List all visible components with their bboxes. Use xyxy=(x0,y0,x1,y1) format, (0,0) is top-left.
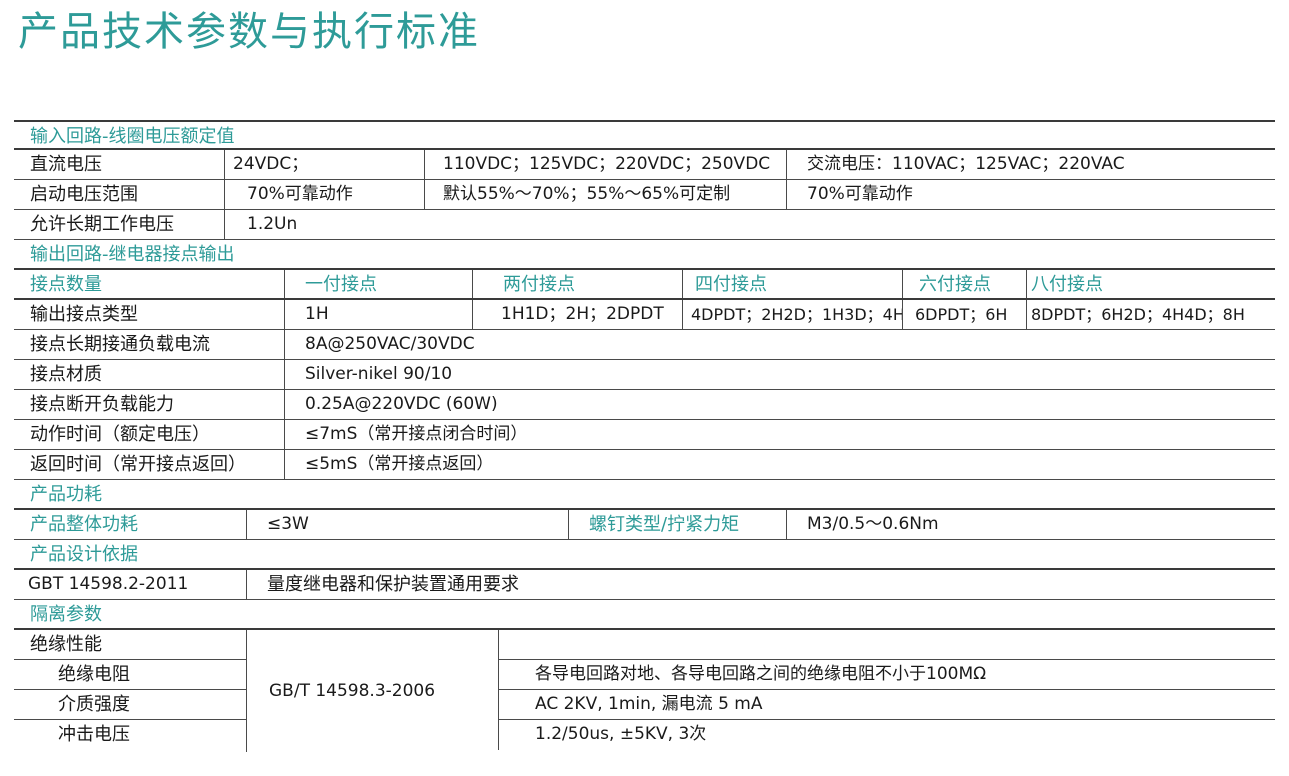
cell: 螺钉类型/拧紧力矩 xyxy=(568,510,786,539)
cell: 70%可靠动作 xyxy=(224,180,424,209)
cell: M3/0.5～0.6Nm xyxy=(786,510,1275,539)
page-title: 产品技术参数与执行标准 xyxy=(18,9,480,55)
section-power: 产品功耗 xyxy=(14,480,1275,510)
section-isolation: 隔离参数 xyxy=(14,600,1275,630)
table-row: 启动电压范围 70%可靠动作 默认55%～70%；55%～65%可定制 70%可… xyxy=(14,180,1275,210)
cell: ≤3W xyxy=(246,510,568,539)
row-label: 直流电压 xyxy=(30,154,102,175)
row-label: 接点长期接通负载电流 xyxy=(30,334,210,355)
table-row: AC 2KV, 1min, 漏电流 5 mA xyxy=(498,690,1275,720)
table-row: 返回时间（常开接点返回） ≤5mS（常开接点返回） xyxy=(14,450,1275,480)
cell: 1.2Un xyxy=(224,210,1275,239)
table-row: 各导电回路对地、各导电回路之间的绝缘电阻不小于100MΩ xyxy=(498,660,1275,690)
section-input: 输入回路-线圈电压额定值 xyxy=(14,120,1275,150)
section-design: 产品设计依据 xyxy=(14,540,1275,570)
cell: 4DPDT；2H2D；1H3D；4H xyxy=(682,300,902,329)
row-label: 冲击电压 xyxy=(58,724,130,745)
row-label: 动作时间（额定电压） xyxy=(30,424,210,445)
column-header: 四付接点 xyxy=(682,270,902,298)
column-header: 八付接点 xyxy=(1026,270,1275,298)
cell: Silver-nikel 90/10 xyxy=(284,360,1275,389)
table-row: 绝缘性能 xyxy=(14,630,246,660)
cell: 8A@250VAC/30VDC xyxy=(284,330,1275,359)
cell: 24VDC； xyxy=(224,150,424,179)
row-label: 接点断开负载能力 xyxy=(30,394,174,415)
cell: 默认55%～70%；55%～65%可定制 xyxy=(424,180,786,209)
isolation-block: 绝缘性能 绝缘电阻 介质强度 冲击电压 GB/T 14598.3-2006 各导… xyxy=(14,630,1275,752)
table-row: 绝缘电阻 xyxy=(14,660,246,690)
cell: AC 2KV, 1min, 漏电流 5 mA xyxy=(498,690,1275,719)
table-row: 1.2/50us, ±5KV, 3次 xyxy=(498,720,1275,750)
row-label: 返回时间（常开接点返回） xyxy=(30,454,246,475)
cell: 量度继电器和保护装置通用要求 xyxy=(246,570,1275,599)
row-label: 介质强度 xyxy=(58,694,130,715)
cell: 8DPDT；6H2D；4H4D；8H xyxy=(1026,300,1275,329)
row-label: 输出接点类型 xyxy=(30,304,138,325)
isolation-standard: GB/T 14598.3-2006 xyxy=(246,630,498,752)
cell: 70%可靠动作 xyxy=(786,180,1275,209)
cell xyxy=(498,630,1275,659)
column-header: 六付接点 xyxy=(902,270,1026,298)
cell: 1H1D；2H；2DPDT xyxy=(472,300,682,329)
cell: ≤7mS（常开接点闭合时间） xyxy=(284,420,1275,449)
table-row: 产品整体功耗 ≤3W 螺钉类型/拧紧力矩 M3/0.5～0.6Nm xyxy=(14,510,1275,540)
cell: 0.25A@220VDC (60W) xyxy=(284,390,1275,419)
row-label: GBT 14598.2-2011 xyxy=(28,574,189,594)
table-row: 冲击电压 xyxy=(14,720,246,750)
row-label: 启动电压范围 xyxy=(30,184,138,205)
column-header: 两付接点 xyxy=(472,270,682,298)
cell: 6DPDT；6H xyxy=(902,300,1026,329)
cell: 110VDC；125VDC；220VDC；250VDC xyxy=(424,150,786,179)
table-row: 允许长期工作电压 1.2Un xyxy=(14,210,1275,240)
table-row: 输出接点类型 1H 1H1D；2H；2DPDT 4DPDT；2H2D；1H3D；… xyxy=(14,300,1275,330)
table-row xyxy=(498,630,1275,660)
table-row: 接点长期接通负载电流 8A@250VAC/30VDC xyxy=(14,330,1275,360)
row-label: 接点数量 xyxy=(30,274,102,295)
cell: 各导电回路对地、各导电回路之间的绝缘电阻不小于100MΩ xyxy=(498,660,1275,689)
cell: 1H xyxy=(284,300,472,329)
column-header: 一付接点 xyxy=(284,270,472,298)
table-row: GBT 14598.2-2011 量度继电器和保护装置通用要求 xyxy=(14,570,1275,600)
spec-sheet: 输入回路-线圈电压额定值 直流电压 24VDC； 110VDC；125VDC；2… xyxy=(14,120,1275,752)
table-row: 直流电压 24VDC； 110VDC；125VDC；220VDC；250VDC … xyxy=(14,150,1275,180)
table-header-row: 接点数量 一付接点 两付接点 四付接点 六付接点 八付接点 xyxy=(14,270,1275,300)
table-row: 接点断开负载能力 0.25A@220VDC (60W) xyxy=(14,390,1275,420)
table-row: 介质强度 xyxy=(14,690,246,720)
table-row: 接点材质 Silver-nikel 90/10 xyxy=(14,360,1275,390)
cell: 交流电压：110VAC；125VAC；220VAC xyxy=(786,150,1275,179)
table-row: 动作时间（额定电压） ≤7mS（常开接点闭合时间） xyxy=(14,420,1275,450)
cell: ≤5mS（常开接点返回） xyxy=(284,450,1275,479)
section-output: 输出回路-继电器接点输出 xyxy=(14,240,1275,270)
cell: 1.2/50us, ±5KV, 3次 xyxy=(498,720,1275,750)
row-label: 绝缘电阻 xyxy=(58,664,130,685)
row-label: 绝缘性能 xyxy=(30,634,102,655)
row-label: 接点材质 xyxy=(30,364,102,385)
row-label: 产品整体功耗 xyxy=(30,514,138,535)
row-label: 允许长期工作电压 xyxy=(30,214,174,235)
